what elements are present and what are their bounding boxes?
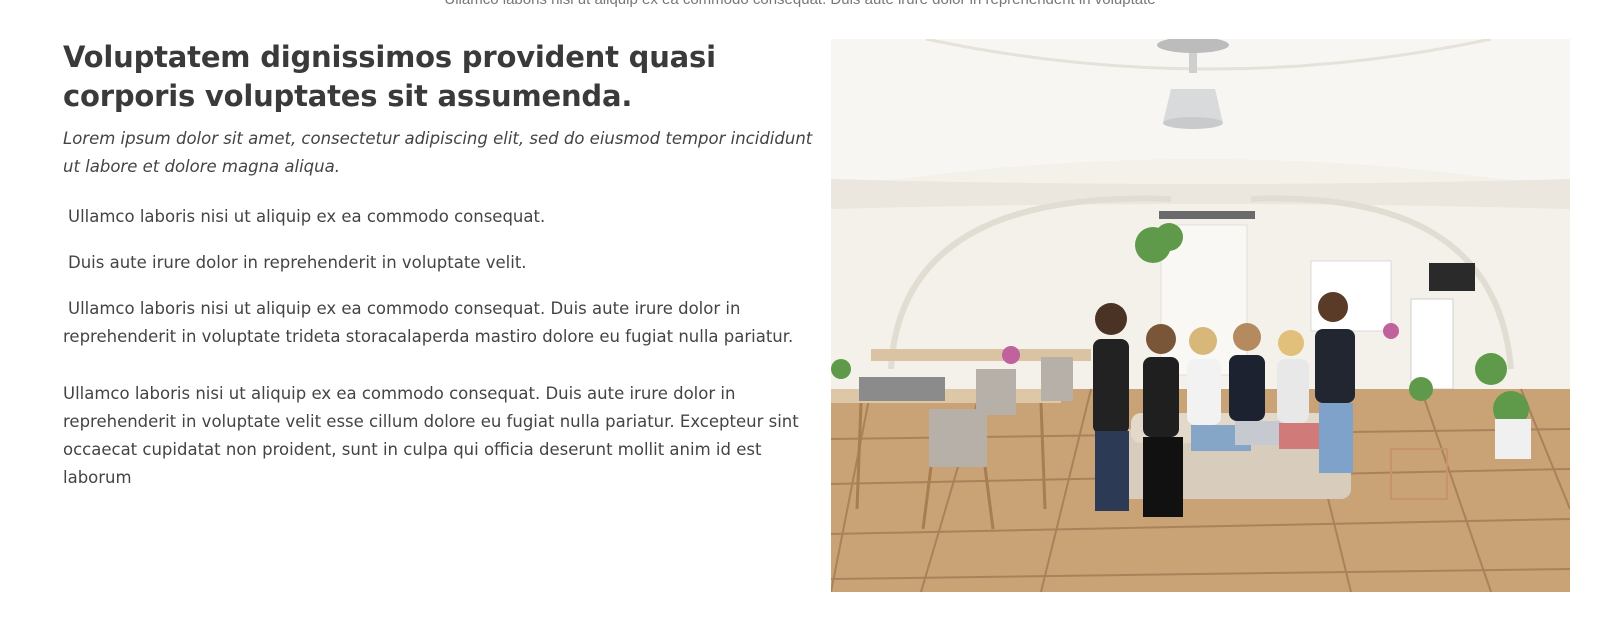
about-item: Ullamco laboris nisi ut aliquip ex ea co… — [63, 295, 815, 351]
about-item: Ullamco laboris nisi ut aliquip ex ea co… — [68, 207, 546, 226]
team-photo-illustration — [831, 39, 1570, 592]
about-paragraph: Ullamco laboris nisi ut aliquip ex ea co… — [63, 384, 799, 487]
cutoff-text: Ullamco laboris nisi ut aliquip ex ea co… — [0, 0, 1600, 8]
team-photo — [831, 39, 1570, 592]
about-lead: Lorem ipsum dolor sit amet, consectetur … — [63, 129, 813, 176]
about-title: Voluptatem dignissimos provident quasi c… — [63, 40, 716, 113]
about-item-text: Ullamco laboris nisi ut aliquip ex ea co… — [63, 299, 794, 346]
about-section: Ullamco laboris nisi ut aliquip ex ea co… — [0, 0, 1600, 636]
about-content: Voluptatem dignissimos provident quasi c… — [63, 38, 815, 492]
about-item: Duis aute irure dolor in reprehenderit i… — [68, 253, 527, 272]
